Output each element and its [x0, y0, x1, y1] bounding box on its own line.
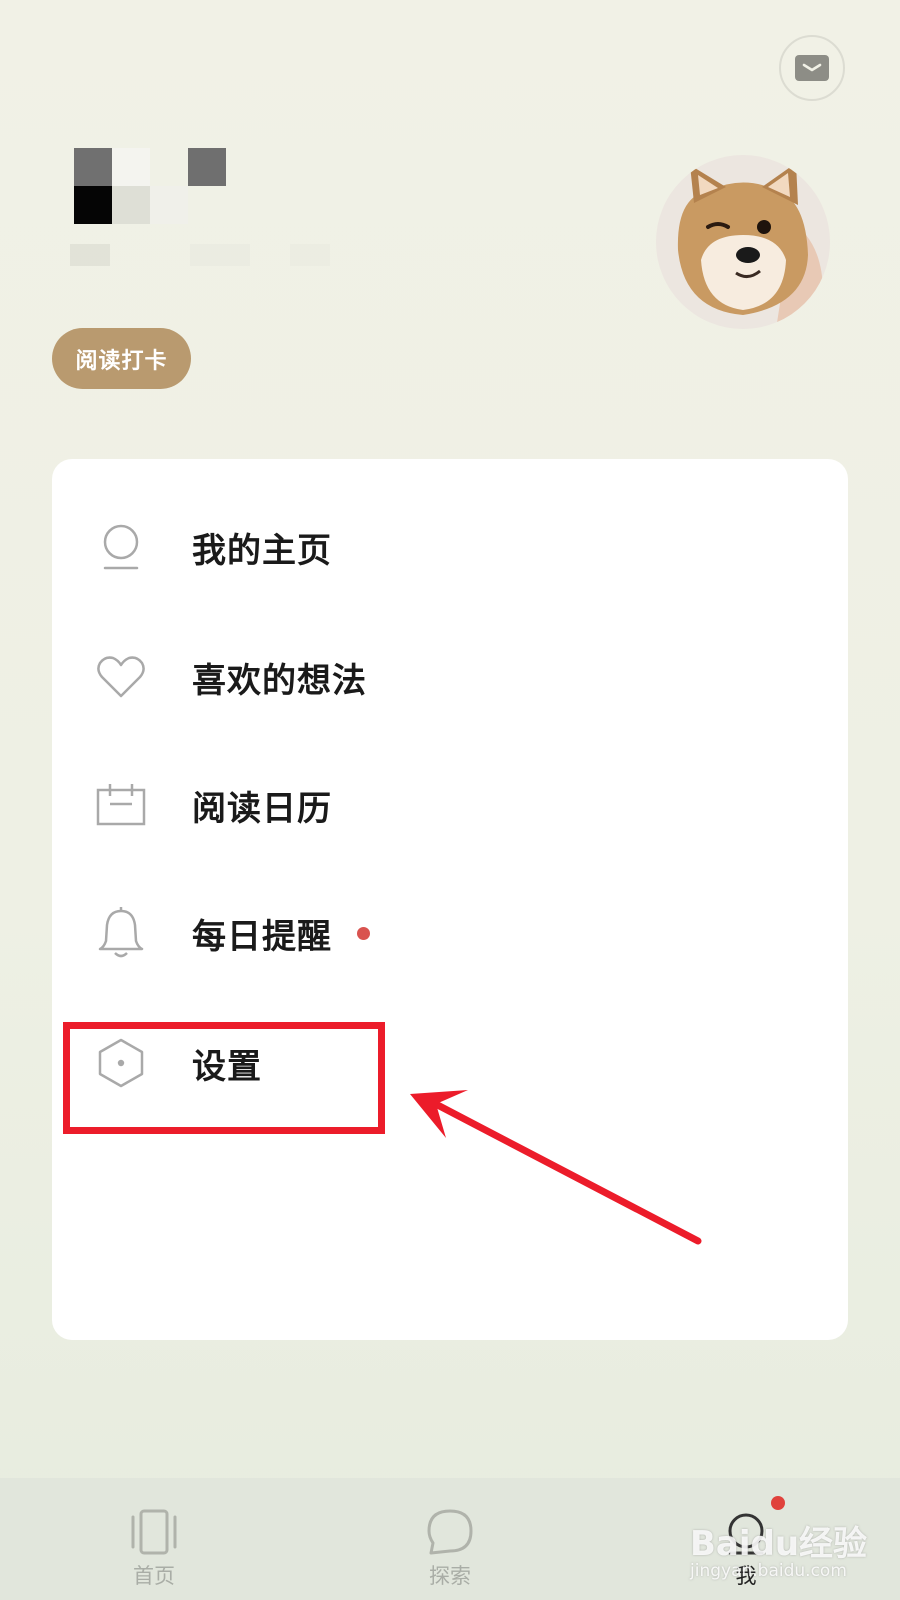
annotation-arrow	[410, 1090, 702, 1245]
chat-bubble-icon	[422, 1504, 478, 1560]
watermark-url: jingyan.baidu.com	[690, 1561, 847, 1581]
tab-home[interactable]: 首页	[74, 1478, 234, 1600]
book-icon	[126, 1504, 182, 1560]
notification-dot	[771, 1496, 785, 1510]
watermark-logo-text: Baidu经验	[690, 1524, 868, 1564]
baidu-jingyan-watermark: Baidu经验 jingyan.baidu.com	[690, 1516, 867, 1581]
tab-label: 首页	[133, 1564, 175, 1588]
tab-label: 探索	[429, 1564, 471, 1588]
tab-explore[interactable]: 探索	[370, 1478, 530, 1600]
